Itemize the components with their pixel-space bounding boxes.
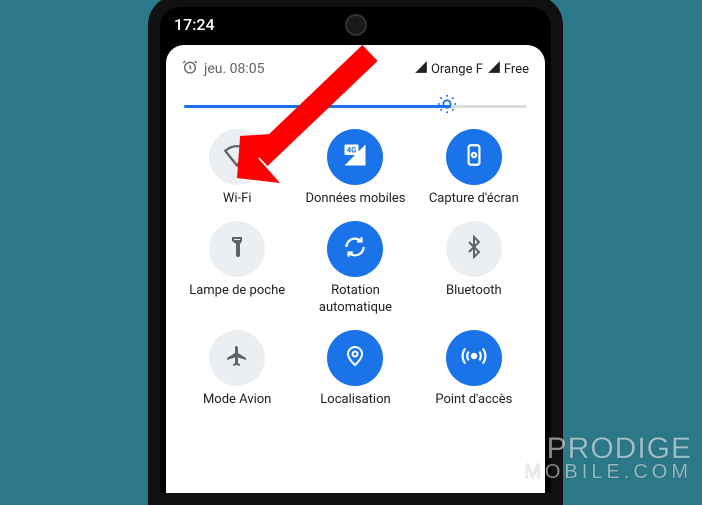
watermark: PRODIGE MOBILE.COM <box>524 435 692 483</box>
tile-label: Mode Avion <box>203 392 271 408</box>
tile-label: Localisation <box>320 392 390 408</box>
svg-text:4G: 4G <box>347 146 357 155</box>
tile-label: Wi-Fi <box>223 191 252 207</box>
brightness-slider[interactable] <box>180 89 531 123</box>
brightness-icon[interactable] <box>436 93 458 119</box>
flashlight-icon <box>225 235 249 263</box>
watermark-line2: MOBILE.COM <box>524 463 692 482</box>
tile-label: Bluetooth <box>446 283 502 299</box>
alarm-icon <box>182 59 198 79</box>
quick-settings-grid: Wi-Fi 4G Données mobiles Capture d'écran <box>180 129 531 408</box>
carrier-2: Free <box>504 62 529 77</box>
tile-mobile-data[interactable]: 4G Données mobiles <box>298 129 412 207</box>
location-icon <box>343 344 367 372</box>
tile-label: Capture d'écran <box>429 191 519 207</box>
tile-wifi[interactable]: Wi-Fi <box>180 129 294 207</box>
wifi-button[interactable] <box>209 129 265 185</box>
bluetooth-icon <box>462 235 486 263</box>
screenshot-button[interactable] <box>446 129 502 185</box>
flashlight-button[interactable] <box>209 221 265 277</box>
hotspot-icon <box>461 343 487 373</box>
airplane-button[interactable] <box>209 330 265 386</box>
panel-date: jeu. 08:05 <box>204 61 265 77</box>
status-bar: 17:24 <box>160 7 551 41</box>
tile-rotation[interactable]: Rotation automatique <box>298 221 412 316</box>
signal-icon <box>487 60 501 78</box>
panel-header: jeu. 08:05 Orange F Free <box>180 57 531 89</box>
bluetooth-button[interactable] <box>446 221 502 277</box>
rotation-icon <box>342 234 368 264</box>
tile-label: Point d'accès <box>435 392 512 408</box>
data-4g-icon: 4G <box>341 141 369 173</box>
tile-airplane[interactable]: Mode Avion <box>180 330 294 408</box>
carrier-status: Orange F Free <box>414 60 529 78</box>
rotation-button[interactable] <box>327 221 383 277</box>
hotspot-button[interactable] <box>446 330 502 386</box>
tile-screenshot[interactable]: Capture d'écran <box>417 129 531 207</box>
screenshot-icon <box>461 142 487 172</box>
tile-flashlight[interactable]: Lampe de poche <box>180 221 294 316</box>
signal-icon <box>414 60 428 78</box>
quick-settings-panel: jeu. 08:05 Orange F Free <box>166 45 545 493</box>
phone-frame: 17:24 jeu. 08:05 Orange F <box>148 0 563 505</box>
tile-location[interactable]: Localisation <box>298 330 412 408</box>
mobile-data-button[interactable]: 4G <box>327 129 383 185</box>
tile-hotspot[interactable]: Point d'accès <box>417 330 531 408</box>
tile-label: Rotation automatique <box>303 283 408 316</box>
carrier-1: Orange F <box>431 62 483 77</box>
location-button[interactable] <box>327 330 383 386</box>
screen: 17:24 jeu. 08:05 Orange F <box>160 7 551 493</box>
camera-notch <box>345 14 367 36</box>
tile-label: Lampe de poche <box>189 283 285 299</box>
slider-fill <box>184 105 451 108</box>
tile-bluetooth[interactable]: Bluetooth <box>417 221 531 316</box>
status-time: 17:24 <box>174 15 215 34</box>
airplane-icon <box>225 344 249 372</box>
tile-label: Données mobiles <box>305 191 405 207</box>
wifi-icon <box>223 141 251 173</box>
watermark-line1: PRODIGE <box>524 435 692 464</box>
